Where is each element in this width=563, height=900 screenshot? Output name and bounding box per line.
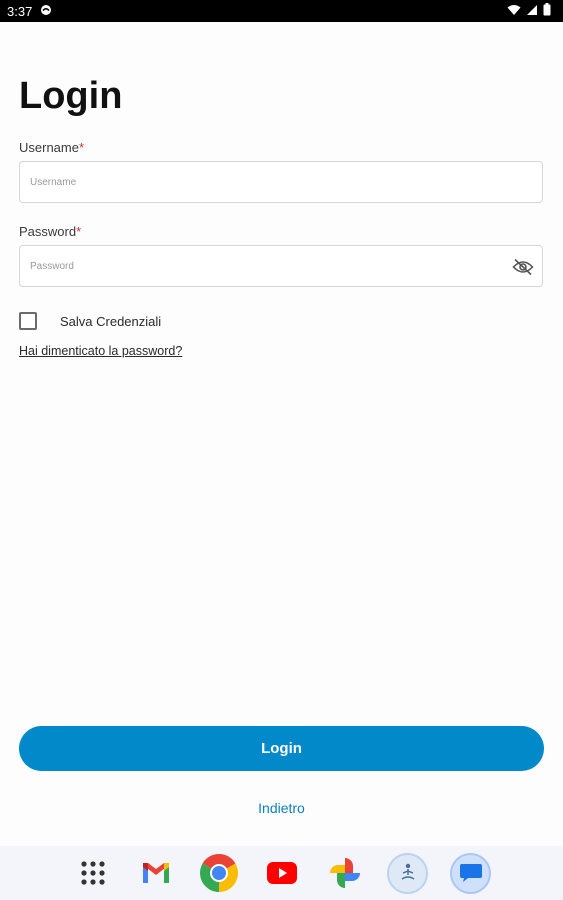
signal-icon: [526, 4, 538, 19]
eye-off-icon[interactable]: [512, 256, 534, 278]
required-mark: *: [76, 224, 82, 239]
gmail-icon[interactable]: [135, 853, 176, 894]
back-link[interactable]: Indietro: [0, 800, 563, 816]
password-input[interactable]: [30, 260, 532, 272]
status-right: [507, 3, 551, 19]
status-bar: 3:37: [0, 0, 563, 22]
password-label: Password*: [19, 224, 82, 239]
meditation-app-icon[interactable]: [387, 852, 428, 894]
app-drawer-icon[interactable]: [72, 853, 113, 894]
taskbar-dock: [0, 846, 563, 900]
username-input[interactable]: [30, 176, 532, 188]
password-field[interactable]: [19, 245, 543, 287]
youtube-icon[interactable]: [261, 853, 302, 894]
photos-icon[interactable]: [324, 853, 365, 894]
messages-icon[interactable]: [450, 852, 491, 894]
status-time: 3:37: [7, 3, 33, 19]
remember-checkbox[interactable]: [19, 312, 37, 330]
battery-icon: [543, 3, 551, 19]
sync-icon: [40, 4, 52, 19]
remember-label: Salva Credenziali: [60, 314, 162, 329]
chrome-icon[interactable]: [198, 853, 239, 894]
wifi-icon: [507, 4, 521, 19]
username-label: Username*: [19, 140, 85, 155]
status-left: 3:37: [7, 4, 52, 19]
required-mark: *: [78, 140, 85, 155]
forgot-password-link[interactable]: Hai dimenticato la password?: [19, 344, 182, 358]
login-screen: Login Username* Password* Salva Credenzi…: [0, 22, 563, 846]
username-field[interactable]: [19, 161, 543, 203]
login-button[interactable]: Login: [19, 726, 544, 771]
page-title: Login: [19, 75, 123, 117]
